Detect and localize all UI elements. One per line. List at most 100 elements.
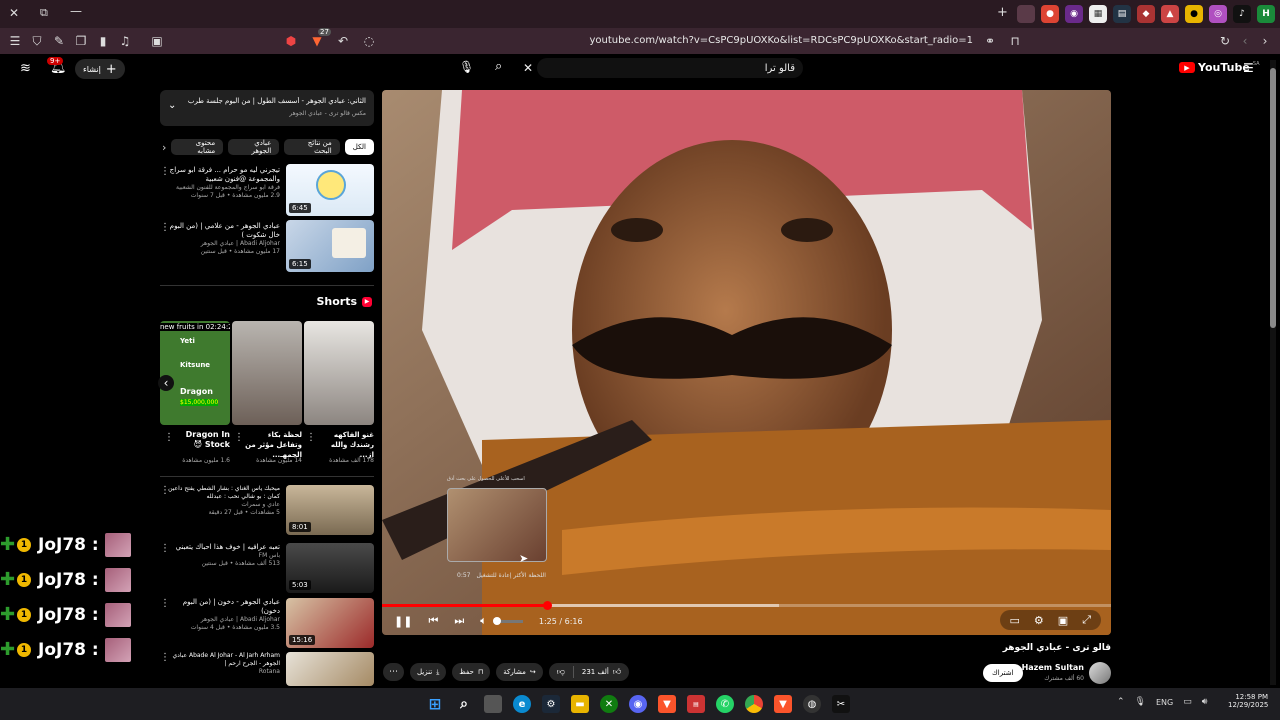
more-options-icon[interactable]: ⋮ — [160, 222, 170, 233]
scrollbar-thumb[interactable] — [1270, 68, 1276, 328]
forward-icon[interactable]: › — [1256, 32, 1274, 50]
progress-track[interactable] — [382, 601, 1111, 610]
volume-knob[interactable] — [492, 616, 501, 625]
search-input[interactable]: ✕ قالو ترا — [523, 58, 803, 78]
restore-window-icon[interactable]: ⧉ — [40, 6, 48, 20]
pen-icon[interactable]: ✎ — [50, 32, 68, 50]
chevron-down-icon[interactable]: ⌄ — [168, 100, 176, 111]
chip-related[interactable]: محتوى مشابه — [171, 139, 224, 155]
tab-icon-8[interactable]: ◎ — [1209, 5, 1227, 23]
more-actions-button[interactable]: ⋯ — [383, 663, 404, 681]
list-item[interactable]: Abade Al Johar - Al Jarh Arham عبادي الج… — [160, 652, 374, 686]
download-button[interactable]: تنزيل ⤓ — [410, 663, 447, 681]
file-explorer-icon[interactable]: ▬ — [571, 695, 589, 713]
more-options-icon[interactable]: ⋮ — [234, 432, 244, 443]
list-item[interactable]: 6:45 تيجرني ليه مو حرام ... فرقة ابو سرا… — [160, 164, 374, 218]
video-thumbnail[interactable] — [286, 652, 374, 686]
create-button[interactable]: إنشاء + — [75, 59, 125, 79]
mic-icon[interactable]: 🎙︎ — [459, 60, 474, 74]
list-item[interactable]: 15:16 عبادي الجوهر - دخون | (من البوم دخ… — [160, 598, 374, 650]
short-item[interactable]: غنو الفاكهه رشندك والله از... 178 ألف مش… — [304, 321, 374, 466]
save-button[interactable]: حفظ ⊓ — [452, 663, 491, 681]
chip-all[interactable]: الكل — [344, 139, 374, 155]
shield-icon[interactable]: ⛉ — [28, 32, 46, 50]
video-thumbnail[interactable]: 5:03 — [286, 543, 374, 593]
tab-icon-7[interactable]: ● — [1185, 5, 1203, 23]
video-thumbnail[interactable]: 8:01 — [286, 485, 374, 535]
short-item[interactable]: new fruits in 02:24:27 Yeti Kitsune Drag… — [160, 321, 230, 466]
tab-icon-4[interactable]: ▤ — [1113, 5, 1131, 23]
hamburger-icon[interactable]: ☰ — [1243, 61, 1254, 75]
app-icon[interactable]: ▤ — [687, 695, 705, 713]
brave-active-icon[interactable]: ▼ — [774, 695, 792, 713]
short-thumbnail[interactable] — [232, 321, 302, 425]
more-options-icon[interactable]: ⋮ — [160, 598, 170, 609]
task-view-icon[interactable] — [484, 695, 502, 713]
tiktok-tab-icon[interactable]: ♪ — [1233, 5, 1251, 23]
page-scrollbar[interactable] — [1270, 60, 1276, 685]
shorts-prev-icon[interactable]: ‹ — [158, 375, 174, 391]
tray-chevron-icon[interactable]: ⌃ — [1117, 697, 1125, 707]
music-icon[interactable]: ♫ — [116, 32, 134, 50]
reload-icon[interactable]: ↻ — [1216, 32, 1234, 50]
windows-start-icon[interactable]: ⊞ — [426, 695, 444, 713]
close-window-icon[interactable]: ✕ — [9, 6, 19, 20]
more-options-icon[interactable]: ⋮ — [160, 652, 170, 663]
short-thumbnail[interactable]: new fruits in 02:24:27 Yeti Kitsune Drag… — [160, 321, 230, 425]
short-item[interactable]: لحظة بكاء وتفاعل مؤثر من الجمهـ... 14 مل… — [232, 321, 302, 466]
sidebar-icon[interactable]: ▮ — [94, 32, 112, 50]
short-thumbnail[interactable] — [304, 321, 374, 425]
chip-search-results[interactable]: من نتائج البحث — [284, 139, 340, 155]
language-indicator[interactable]: ENG — [1156, 698, 1173, 707]
list-item[interactable]: 8:01 ميحبك ياس الغناي : بشار الشطي يفتح … — [160, 485, 374, 537]
list-item[interactable]: 5:03 تعبه عرافيه | خوف هذا احباك يتعبني … — [160, 543, 374, 595]
next-icon[interactable]: ⏭︎ — [454, 614, 464, 628]
chrome-icon[interactable] — [745, 695, 763, 713]
tabs-icon[interactable]: ❐ — [72, 32, 90, 50]
address-bar[interactable]: youtube.com/watch?v=CsPC9pUOXKo&list=RDC… — [420, 32, 973, 50]
pause-icon[interactable]: ❚❚ — [394, 615, 412, 628]
video-thumbnail[interactable]: 6:45 — [286, 164, 374, 216]
subscribe-button[interactable]: اشتراك — [983, 664, 1023, 682]
volume-slider[interactable] — [492, 616, 523, 625]
more-options-icon[interactable]: ⋮ — [160, 485, 170, 496]
xbox-icon[interactable]: ✕ — [600, 695, 618, 713]
back-arrow-icon[interactable]: ↶ — [334, 32, 352, 50]
obs-icon[interactable]: ◍ — [803, 695, 821, 713]
menu-icon[interactable]: ☰ — [6, 32, 24, 50]
tab-icon-2[interactable]: ◉ — [1065, 5, 1083, 23]
captions-icon[interactable]: ▭ — [1010, 614, 1020, 627]
minimize-window-icon[interactable]: — — [70, 4, 82, 18]
bookmark-icon[interactable]: ⊓ — [1006, 32, 1024, 50]
brave-icon[interactable]: ▼ — [658, 695, 676, 713]
volume-icon[interactable]: 🔈︎ — [480, 614, 487, 628]
chips-next-icon[interactable]: ‹ — [162, 141, 166, 154]
tab-icon-6[interactable]: ▲ — [1161, 5, 1179, 23]
new-tab-icon[interactable]: + — [997, 5, 1008, 20]
network-icon[interactable]: ▭ — [1183, 697, 1192, 707]
adblock-icon[interactable]: ⬢ — [282, 32, 300, 50]
previous-icon[interactable]: ⏮︎ — [428, 614, 438, 628]
screenshot-icon[interactable]: ▣ — [148, 32, 166, 50]
back-icon[interactable]: ‹ — [1236, 32, 1254, 50]
tab-icon-5[interactable]: ◆ — [1137, 5, 1155, 23]
tab-icon-3[interactable]: ▦ — [1089, 5, 1107, 23]
video-player[interactable]: اسحب للأعلى للحصول على بحث أدق 0:57 اللح… — [382, 90, 1111, 635]
discord-icon[interactable]: ◉ — [629, 695, 647, 713]
more-options-icon[interactable]: ⋮ — [306, 432, 316, 443]
tray-mic-icon[interactable]: 🎙︎ — [1135, 697, 1146, 707]
chat-icon[interactable]: ◌ — [360, 32, 378, 50]
whatsapp-icon[interactable]: ✆ — [716, 695, 734, 713]
edge-icon[interactable]: e — [513, 695, 531, 713]
more-options-icon[interactable]: ⋮ — [164, 432, 174, 443]
channel-name[interactable]: Hazem Sultan — [1022, 663, 1084, 672]
video-thumbnail[interactable]: 6:15 — [286, 220, 374, 272]
steam-icon[interactable]: ⚙︎ — [542, 695, 560, 713]
tab-active[interactable] — [1017, 5, 1035, 23]
capcut-icon[interactable]: ✂ — [832, 695, 850, 713]
list-item[interactable]: 6:15 عبادي الجوهر - من علامي | (من البوم… — [160, 220, 374, 274]
fullscreen-icon[interactable]: ⤢ — [1082, 613, 1091, 627]
search-icon[interactable]: ⌕ — [495, 59, 502, 74]
dislike-icon[interactable]: 👎︎ — [549, 667, 573, 677]
search-icon[interactable]: ⌕ — [455, 695, 473, 713]
